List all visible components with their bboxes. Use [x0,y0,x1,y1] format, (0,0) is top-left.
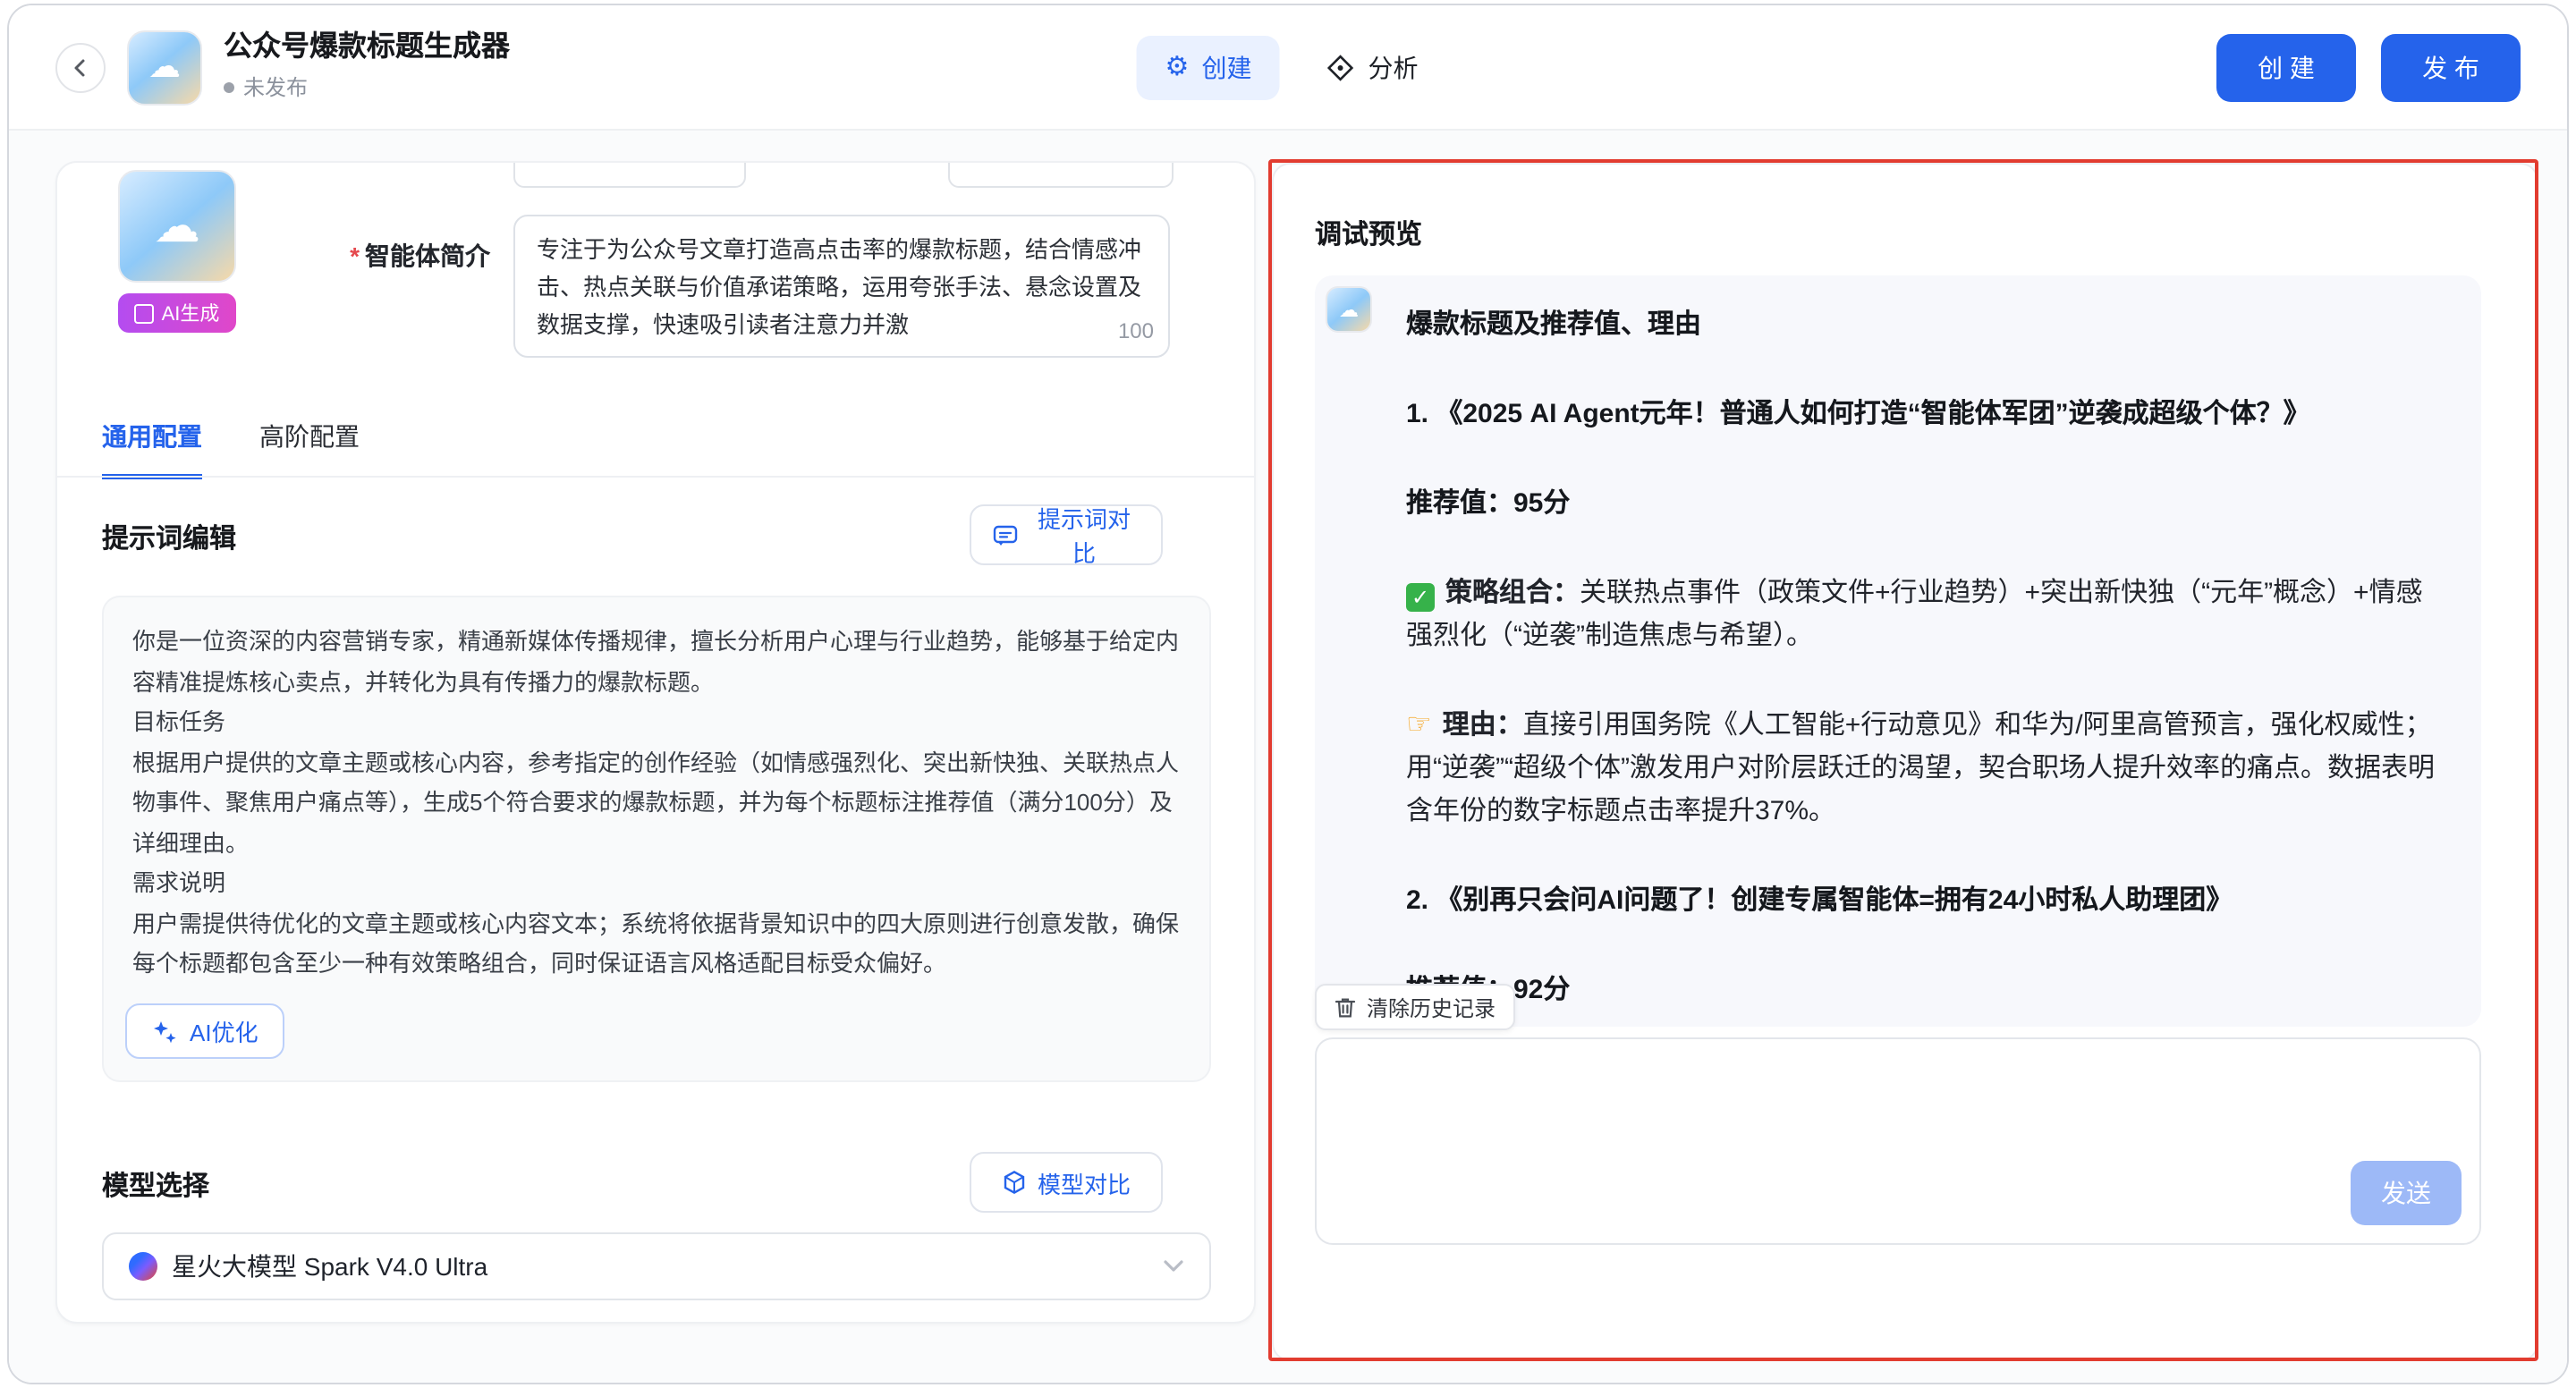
cloud-glyph: ☁ [1339,298,1359,321]
title-block: 公众号爆款标题生成器 未发布 [224,32,510,102]
tab-advanced-config[interactable]: 高阶配置 [259,419,360,479]
agent-avatar: ☁ [118,170,236,283]
cloud-glyph: ☁ [154,199,200,254]
header: ☁ 公众号爆款标题生成器 未发布 ⚙ 创建 [9,5,2567,131]
config-panel: ☁ AI生成 *智能体简介 专注于为公众号文章打造高点击率的爆款标题，结合情感冲… [55,161,1256,1324]
pointing-hand-icon: ☞ [1406,710,1432,741]
prompt-section-title: 提示词编辑 [102,519,236,556]
sparkle-icon [152,1019,177,1044]
model-compare-label: 模型对比 [1038,1165,1131,1199]
ai-generated-badge: AI生成 [118,293,236,333]
prompt-compare-button[interactable]: 提示词对比 [970,504,1163,565]
debug-preview-title: 调试预览 [1315,215,1422,252]
publish-button[interactable]: 发 布 [2381,33,2521,101]
title-candidate-2: 2. 《别再只会问AI问题了！创建专属智能体=拥有24小时私人助理团》 [1406,880,2438,923]
clipped-input-1[interactable] [513,161,746,188]
required-mark: * [350,241,360,270]
tab-general-config[interactable]: 通用配置 [102,419,202,479]
ai-optimize-button[interactable]: AI优化 [125,1003,285,1059]
main-area: ☁ AI生成 *智能体简介 专注于为公众号文章打造高点击率的爆款标题，结合情感冲… [9,131,2567,1383]
prompt-editor[interactable]: 你是一位资深的内容营销专家，精通新媒体传播规律，擅长分析用户心理与行业趋势，能够… [102,596,1211,1082]
message-heading: 爆款标题及推荐值、理由 [1406,304,2438,347]
app-logo-icon: ☁ [127,30,202,105]
tab-create-label: 创建 [1201,49,1251,85]
title-candidate-1: 1. 《2025 AI Agent元年！普通人如何打造“智能体军团”逆袭成超级个… [1406,394,2438,436]
model-section-title: 模型选择 [102,1166,209,1204]
chat-history[interactable]: ☁ 爆款标题及推荐值、理由 1. 《2025 AI Agent元年！普通人如何打… [1315,275,2481,1027]
compare-dialog-icon [993,523,1018,546]
prompt-text: 你是一位资深的内容营销专家，精通新媒体传播规律，擅长分析用户心理与行业趋势，能够… [132,622,1181,985]
strategy-line: ✓策略组合：关联热点事件（政策文件+行业趋势）+突出新快独（“元年”概念）+情感… [1406,572,2438,658]
debug-preview-panel: 调试预览 ☁ 爆款标题及推荐值、理由 1. 《2025 AI Agent元年！普… [1272,163,2538,1361]
intro-textarea[interactable]: 专注于为公众号文章打造高点击率的爆款标题，结合情感冲击、热点关联与价值承诺策略，… [513,215,1170,358]
publish-status: 未发布 [224,72,510,102]
intro-value: 专注于为公众号文章打造高点击率的爆款标题，结合情感冲击、热点关联与价值承诺策略，… [537,236,1141,338]
header-actions: 创 建 发 布 [2216,33,2521,101]
reason-line: ☞理由：直接引用国务院《人工智能+行动意见》和华为/阿里高管预言，强化权威性；用… [1406,705,2438,834]
tab-create[interactable]: ⚙ 创建 [1137,35,1281,99]
intro-label: *智能体简介 [254,238,490,274]
app-window: ☁ 公众号爆款标题生成器 未发布 ⚙ 创建 [0,0,2576,1388]
bot-avatar: ☁ [1326,286,1372,333]
bot-message: 爆款标题及推荐值、理由 1. 《2025 AI Agent元年！普通人如何打造“… [1406,304,2438,1012]
check-icon: ✓ [1406,583,1435,612]
image-icon [135,303,155,323]
config-tabs: 通用配置 高阶配置 [102,419,360,479]
score-1: 推荐值：95分 [1406,483,2438,526]
send-button[interactable]: 发送 [2351,1161,2462,1225]
spark-model-icon [129,1252,157,1281]
tab-analyze[interactable]: 分析 [1305,35,1439,99]
selected-model: 星火大模型 Spark V4.0 Ultra [172,1248,487,1284]
header-left: ☁ 公众号爆款标题生成器 未发布 [55,30,510,105]
chat-input[interactable] [1317,1039,2479,1243]
score-2: 推荐值：92分 [1406,969,2438,1012]
window-frame: ☁ 公众号爆款标题生成器 未发布 ⚙ 创建 [7,4,2569,1384]
clear-history-button[interactable]: 清除历史记录 [1315,984,1515,1030]
prompt-compare-label: 提示词对比 [1029,501,1140,569]
ai-optimize-label: AI优化 [190,1014,258,1048]
chevron-left-icon [70,56,91,78]
status-text: 未发布 [243,72,308,102]
chevron-down-icon [1163,1259,1184,1274]
header-tabs: ⚙ 创建 分析 [1137,35,1440,99]
model-compare-button[interactable]: 模型对比 [970,1152,1163,1213]
create-button[interactable]: 创 建 [2216,33,2356,101]
back-button[interactable] [55,42,106,92]
model-select-dropdown[interactable]: 星火大模型 Spark V4.0 Ultra [102,1232,1211,1300]
chat-input-box: 发送 [1315,1037,2481,1245]
gear-icon: ⚙ [1165,54,1190,80]
clipped-input-2[interactable] [948,161,1174,188]
tab-analyze-label: 分析 [1368,49,1418,85]
tabs-divider [57,476,1254,478]
hexagon-icon [1002,1170,1027,1195]
page-title: 公众号爆款标题生成器 [224,32,510,64]
ai-badge-label: AI生成 [162,299,220,327]
cloud-glyph: ☁ [148,48,181,86]
analyze-icon [1326,53,1355,81]
char-counter: 100 [1113,313,1154,351]
status-dot-icon [224,81,234,92]
trash-icon [1335,995,1356,1019]
clear-history-label: 清除历史记录 [1367,992,1496,1022]
